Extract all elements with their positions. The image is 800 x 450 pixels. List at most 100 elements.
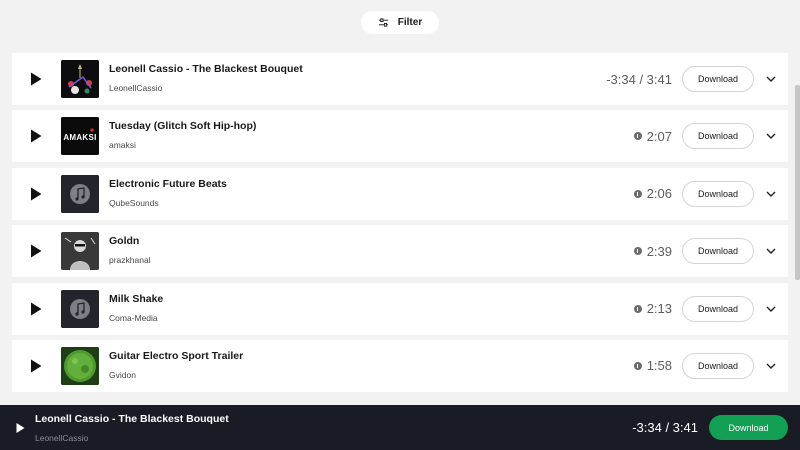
music-note-icon xyxy=(61,174,99,213)
track-actions: 2:13 Download xyxy=(633,283,778,335)
track-row: Leonell Cassio - The Blackest Bouquet Le… xyxy=(12,53,788,105)
play-icon xyxy=(31,129,42,143)
track-actions: 1:58 Download xyxy=(633,340,778,392)
player-track-title: Leonell Cassio - The Blackest Bouquet xyxy=(35,413,229,425)
track-title[interactable]: Electronic Future Beats xyxy=(109,178,227,190)
info-icon[interactable] xyxy=(633,361,642,370)
download-button[interactable]: Download xyxy=(682,295,754,322)
track-info: Goldn prazkhanal xyxy=(109,235,151,265)
chevron-down-icon xyxy=(766,363,776,369)
chevron-down-icon xyxy=(766,191,776,197)
track-info: Electronic Future Beats QubeSounds xyxy=(109,178,227,208)
duration-text: -3:34 / 3:41 xyxy=(606,71,672,87)
expand-button[interactable] xyxy=(766,246,776,256)
info-icon[interactable] xyxy=(633,247,642,256)
track-duration: 2:07 xyxy=(633,128,672,144)
play-button[interactable] xyxy=(30,359,42,373)
track-artist[interactable]: LeonellCassio xyxy=(109,83,303,93)
player-download-button[interactable]: Download xyxy=(709,415,788,440)
track-artist[interactable]: prazkhanal xyxy=(109,255,151,265)
duration-text: 1:58 xyxy=(646,358,672,374)
track-artwork xyxy=(61,346,99,385)
track-title[interactable]: Leonell Cassio - The Blackest Bouquet xyxy=(109,63,303,75)
track-actions: 2:39 Download xyxy=(633,225,778,277)
play-icon xyxy=(31,302,42,316)
track-title[interactable]: Tuesday (Glitch Soft Hip-hop) xyxy=(109,120,256,132)
player-bar: Leonell Cassio - The Blackest Bouquet Le… xyxy=(0,405,800,450)
filter-bar: Filter xyxy=(0,11,800,34)
download-button[interactable]: Download xyxy=(682,123,754,150)
expand-button[interactable] xyxy=(766,304,776,314)
track-row: Milk Shake Coma-Media 2:13 Download xyxy=(12,282,788,335)
track-artwork xyxy=(61,174,99,213)
track-title[interactable]: Goldn xyxy=(109,235,151,247)
track-artist[interactable]: QubeSounds xyxy=(109,198,227,208)
track-info: Tuesday (Glitch Soft Hip-hop) amaksi xyxy=(109,120,256,150)
scrollbar[interactable] xyxy=(795,85,800,280)
expand-button[interactable] xyxy=(766,361,776,371)
track-duration: 1:58 xyxy=(633,358,672,374)
expand-button[interactable] xyxy=(766,189,776,199)
play-icon xyxy=(16,422,25,433)
chevron-down-icon xyxy=(766,248,776,255)
player-track-info: Leonell Cassio - The Blackest Bouquet Le… xyxy=(35,413,229,443)
download-button[interactable]: Download xyxy=(682,180,754,207)
play-button[interactable] xyxy=(30,244,42,258)
track-row: Goldn prazkhanal 2:39 Download xyxy=(12,225,788,278)
track-actions: 2:07 Download xyxy=(633,110,778,162)
duration-text: 2:13 xyxy=(646,301,672,317)
track-info: Guitar Electro Sport Trailer Gvidon xyxy=(109,350,243,380)
track-artwork: AMAKSI xyxy=(61,117,99,156)
sliders-icon xyxy=(378,18,388,27)
track-row: Guitar Electro Sport Trailer Gvidon 1:58… xyxy=(12,339,788,392)
player-track-artist: LeonellCassio xyxy=(35,433,89,443)
play-icon xyxy=(31,72,42,86)
track-info: Milk Shake Coma-Media xyxy=(109,293,163,323)
track-artist[interactable]: amaksi xyxy=(109,140,256,150)
track-info: Leonell Cassio - The Blackest Bouquet Le… xyxy=(109,63,303,93)
track-actions: -3:34 / 3:41 Download xyxy=(606,53,778,105)
duration-text: 2:07 xyxy=(646,128,672,144)
chevron-down-icon xyxy=(766,306,776,312)
track-duration: 2:06 xyxy=(633,186,672,202)
track-actions: 2:06 Download xyxy=(633,168,778,220)
music-note-icon xyxy=(61,289,99,328)
download-button[interactable]: Download xyxy=(682,238,754,265)
track-artwork xyxy=(61,232,99,271)
duration-text: 2:06 xyxy=(646,186,672,202)
info-icon[interactable] xyxy=(633,189,642,198)
play-icon xyxy=(31,244,42,258)
track-artwork xyxy=(61,60,99,98)
track-list: Leonell Cassio - The Blackest Bouquet Le… xyxy=(12,53,788,397)
play-button[interactable] xyxy=(30,129,42,143)
track-duration: 2:39 xyxy=(633,243,672,259)
duration-text: 2:39 xyxy=(646,243,672,259)
track-artwork xyxy=(61,289,99,328)
play-button[interactable] xyxy=(30,72,42,86)
track-title[interactable]: Milk Shake xyxy=(109,293,163,305)
player-play-button[interactable] xyxy=(16,422,25,433)
play-button[interactable] xyxy=(30,187,42,201)
info-icon[interactable] xyxy=(633,132,642,141)
track-duration: -3:34 / 3:41 xyxy=(606,72,672,87)
track-artist[interactable]: Coma-Media xyxy=(109,313,163,323)
play-button[interactable] xyxy=(30,302,42,316)
expand-button[interactable] xyxy=(766,74,776,84)
track-row: Electronic Future Beats QubeSounds 2:06 … xyxy=(12,167,788,220)
download-button[interactable]: Download xyxy=(682,66,754,92)
artwork-text: AMAKSI xyxy=(63,133,96,142)
expand-button[interactable] xyxy=(766,131,776,141)
track-artist[interactable]: Gvidon xyxy=(109,370,243,380)
play-icon xyxy=(31,187,42,201)
chevron-down-icon xyxy=(766,76,776,82)
track-row: AMAKSI Tuesday (Glitch Soft Hip-hop) ama… xyxy=(12,110,788,163)
track-title[interactable]: Guitar Electro Sport Trailer xyxy=(109,350,243,362)
filter-label: Filter xyxy=(397,17,423,28)
info-icon[interactable] xyxy=(633,304,642,313)
download-button[interactable]: Download xyxy=(682,352,754,379)
filter-button[interactable]: Filter xyxy=(361,11,439,34)
play-icon xyxy=(31,359,42,373)
track-duration: 2:13 xyxy=(633,301,672,317)
chevron-down-icon xyxy=(766,133,776,140)
player-time: -3:34 / 3:41 xyxy=(632,420,698,435)
